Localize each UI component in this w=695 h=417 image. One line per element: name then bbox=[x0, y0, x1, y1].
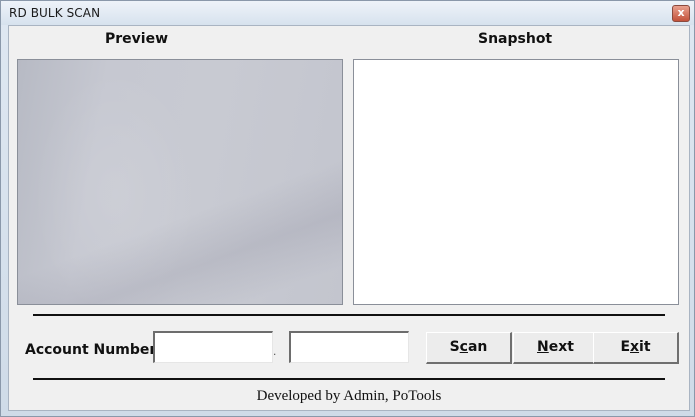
preview-label: Preview bbox=[105, 31, 169, 47]
scan-label-pre: S bbox=[449, 339, 460, 355]
scan-label-accel: c bbox=[459, 339, 468, 355]
title-bar[interactable]: RD BULK SCAN x bbox=[1, 1, 694, 25]
exit-label-post: it bbox=[639, 339, 651, 355]
divider-bottom bbox=[33, 378, 665, 380]
snapshot-label: Snapshot bbox=[478, 31, 553, 47]
app-window: RD BULK SCAN x Preview Snapshot Account … bbox=[0, 0, 695, 417]
exit-label-pre: E bbox=[620, 339, 631, 355]
exit-button[interactable]: Exit bbox=[593, 332, 679, 364]
form-body: Preview Snapshot Account Number . Scan N… bbox=[8, 25, 690, 411]
account-number-field-2[interactable] bbox=[289, 331, 409, 363]
camera-preview bbox=[17, 59, 343, 305]
divider-top bbox=[33, 314, 665, 316]
footer-credit: Developed by Admin, PoTools bbox=[256, 388, 442, 404]
next-label-post: ext bbox=[548, 339, 574, 355]
account-number-field-1[interactable] bbox=[153, 331, 273, 363]
scan-label-post: an bbox=[467, 339, 488, 355]
window-title: RD BULK SCAN bbox=[9, 6, 101, 20]
close-icon[interactable]: x bbox=[672, 5, 690, 22]
account-number-label: Account Number bbox=[25, 342, 157, 358]
snapshot-image bbox=[353, 59, 679, 305]
field-separator: . bbox=[273, 344, 277, 358]
next-button[interactable]: Next bbox=[513, 332, 599, 364]
exit-label-accel: x bbox=[630, 339, 640, 355]
next-label-accel: N bbox=[537, 339, 549, 355]
scan-button[interactable]: Scan bbox=[426, 332, 512, 364]
